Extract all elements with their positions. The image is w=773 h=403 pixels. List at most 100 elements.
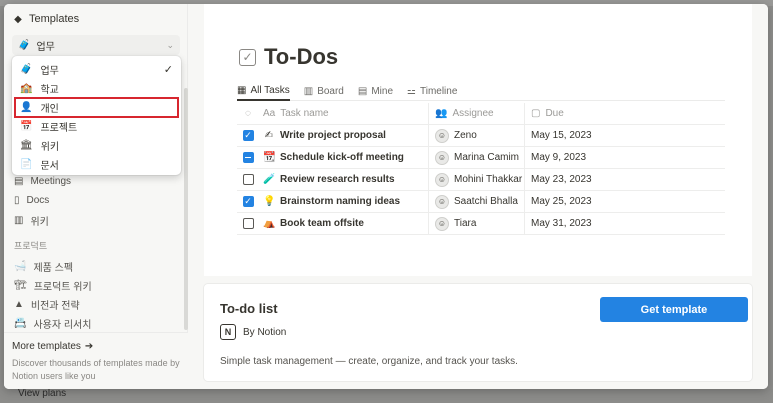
tab-timeline[interactable]: ⚍ Timeline xyxy=(407,81,457,101)
get-template-button[interactable]: Get template xyxy=(600,297,748,322)
briefcase-icon: 🧳 xyxy=(18,39,31,51)
task-name-header: Aa Task name xyxy=(259,103,429,124)
dropdown-item-label: 학교 xyxy=(40,85,59,96)
sidebar-section-product: 프로덕트 xyxy=(14,241,48,251)
view-tabs: ▦ All Tasks ▥ Board ▤ Mine ⚍ Timeline xyxy=(237,81,725,101)
assignee-header: 👥 Assignee xyxy=(429,103,525,124)
tab-all-tasks[interactable]: ▦ All Tasks xyxy=(237,81,290,101)
column-label: Task name xyxy=(280,108,329,119)
avatar: ☺ xyxy=(435,216,449,231)
sidebar-item-product-wiki[interactable]: 🏗 프로덕트 위키 xyxy=(14,278,92,293)
page-title-text: To-Dos xyxy=(264,44,339,69)
document-icon: 📄 xyxy=(20,159,33,170)
due-date: May 9, 2023 xyxy=(531,152,587,163)
dropdown-item-label: 개인 xyxy=(40,104,59,115)
sidebar-item-meetings[interactable]: ▤ Meetings xyxy=(14,176,71,187)
assignee-name: Mohini Thakkar xyxy=(454,174,523,185)
task-checkbox[interactable] xyxy=(242,174,254,185)
background-app-footer xyxy=(0,389,773,403)
dropdown-item-school[interactable]: 🏫 학교 xyxy=(12,79,181,98)
wiki-icon: ▥ xyxy=(14,215,24,226)
due-header: ▢ Due xyxy=(525,103,635,124)
sidebar-item-label: Meetings xyxy=(30,176,72,187)
dropdown-item-label: 프로젝트 xyxy=(40,123,78,134)
assignee-name: Zeno xyxy=(454,130,477,141)
templates-icon: ◆ xyxy=(14,13,22,25)
table-row: ✓ ✍ Write project proposal ☺ Zeno May 15, … xyxy=(237,125,725,147)
assignee-name: Tiara xyxy=(454,218,477,229)
more-templates-footer[interactable]: More templates ➔ Discover thousands of t… xyxy=(4,332,188,389)
table-row: 📆 Schedule kick-off meeting ☺ Marina Camim… xyxy=(237,147,725,169)
assignee-name: Marina Camim xyxy=(454,152,520,163)
board-icon: ▥ xyxy=(303,85,314,97)
table-row: ⛺ Book team offsite ☺ Tiara May 31, 2023 xyxy=(237,213,725,235)
task-name: Schedule kick-off meeting xyxy=(280,152,404,163)
checkmark-icon: ✓ xyxy=(163,64,173,76)
template-preview-area: ✓ To-Dos ▦ All Tasks ▥ Board ▤ Mine ⚍ Ti… xyxy=(188,4,768,389)
task-name: Review research results xyxy=(280,174,395,185)
tab-board[interactable]: ▥ Board xyxy=(304,81,344,101)
sidebar-item-vision-strategy[interactable]: ▲ 비전과 전략 xyxy=(14,297,80,312)
tab-mine[interactable]: ▤ Mine xyxy=(358,81,393,101)
dropdown-item-label: 문서 xyxy=(40,161,59,172)
dropdown-item-project[interactable]: 📅 프로젝트 xyxy=(12,117,181,136)
avatar: ☺ xyxy=(435,150,449,165)
more-templates-label: More templates xyxy=(12,341,81,352)
assignee-name: Saatchi Bhalla xyxy=(454,196,518,207)
sidebar-item-label: 사용자 리서치 xyxy=(33,320,92,331)
templates-sidebar: ◆ Templates 🧳 업무 ⌄ 🧳 업무 ✓ 🏫 학교 👤 개인 � xyxy=(4,4,188,389)
template-description: Simple task management — create, organiz… xyxy=(220,356,518,367)
category-select[interactable]: 🧳 업무 ⌄ xyxy=(12,35,180,55)
dropdown-item-docs[interactable]: 📄 문서 xyxy=(12,155,181,174)
sidebar-item-docs[interactable]: ▯ Docs xyxy=(14,195,49,206)
table-row: 🧪 Review research results ☺ Mohini Thakkar… xyxy=(237,169,725,191)
column-label: Due xyxy=(545,108,564,119)
tab-label: Timeline xyxy=(419,85,458,97)
task-checkbox[interactable]: ✓ xyxy=(242,130,254,141)
template-info-card: To-do list N By Notion Simple task manag… xyxy=(204,284,752,381)
task-checkbox[interactable] xyxy=(242,152,254,163)
page-title: ✓ To-Dos xyxy=(239,44,338,70)
notion-logo-icon: N xyxy=(220,324,236,340)
arrow-circle-icon: ➔ xyxy=(84,341,94,352)
chevron-down-icon: ⌄ xyxy=(166,39,174,50)
sidebar-item-wiki[interactable]: ▥ 위키 xyxy=(14,213,49,228)
sidebar-header: ◆ Templates xyxy=(12,13,79,25)
timeline-icon: ⚍ xyxy=(407,85,416,97)
category-select-value: 업무 xyxy=(36,41,55,53)
dropdown-item-work[interactable]: 🧳 업무 ✓ xyxy=(12,60,181,79)
tab-label: Mine xyxy=(371,85,394,97)
avatar: ☺ xyxy=(435,194,449,209)
calendar-icon: 📆 xyxy=(263,152,276,163)
tab-label: Board xyxy=(317,85,344,97)
school-icon: 🏫 xyxy=(20,83,33,94)
status-column-icon: ◌ xyxy=(245,108,251,119)
template-author: N By Notion xyxy=(220,324,286,340)
sidebar-item-product-spec[interactable]: 🛁 제품 스펙 xyxy=(14,259,73,274)
person-icon: 👤 xyxy=(20,102,33,113)
task-checkbox[interactable]: ✓ xyxy=(242,196,254,207)
column-label: Assignee xyxy=(452,108,494,119)
dropdown-item-wiki[interactable]: 🏛 위키 xyxy=(12,136,181,155)
more-templates-description: Discover thousands of templates made by … xyxy=(12,358,180,381)
dropdown-item-personal[interactable]: 👤 개인 xyxy=(14,97,179,118)
view-plans-link: View plans xyxy=(18,388,67,399)
dropdown-item-label: 위키 xyxy=(40,142,60,153)
due-date: May 25, 2023 xyxy=(531,196,592,207)
people-icon: 👥 xyxy=(435,108,448,119)
task-name: Write project proposal xyxy=(280,130,386,141)
calendar-icon: 📅 xyxy=(20,121,33,132)
templates-modal: ◆ Templates 🧳 업무 ⌄ 🧳 업무 ✓ 🏫 학교 👤 개인 � xyxy=(4,4,768,389)
author-label: By Notion xyxy=(243,326,287,338)
cards-icon: 📇 xyxy=(14,318,27,329)
task-checkbox[interactable] xyxy=(242,218,254,229)
list-icon: ▤ xyxy=(357,85,368,97)
bathtub-icon: 🛁 xyxy=(14,261,27,272)
meetings-icon: ▤ xyxy=(14,176,24,187)
dropdown-item-label: 업무 xyxy=(40,66,59,77)
calendar-icon: ▢ xyxy=(531,108,541,119)
crane-icon: 🏗 xyxy=(14,280,27,291)
sidebar-item-label: 위키 xyxy=(30,217,49,228)
category-dropdown: 🧳 업무 ✓ 🏫 학교 👤 개인 📅 프로젝트 🏛 위키 📄 문서 xyxy=(12,56,181,175)
sidebar-item-user-research[interactable]: 📇 사용자 리서치 xyxy=(14,316,91,331)
